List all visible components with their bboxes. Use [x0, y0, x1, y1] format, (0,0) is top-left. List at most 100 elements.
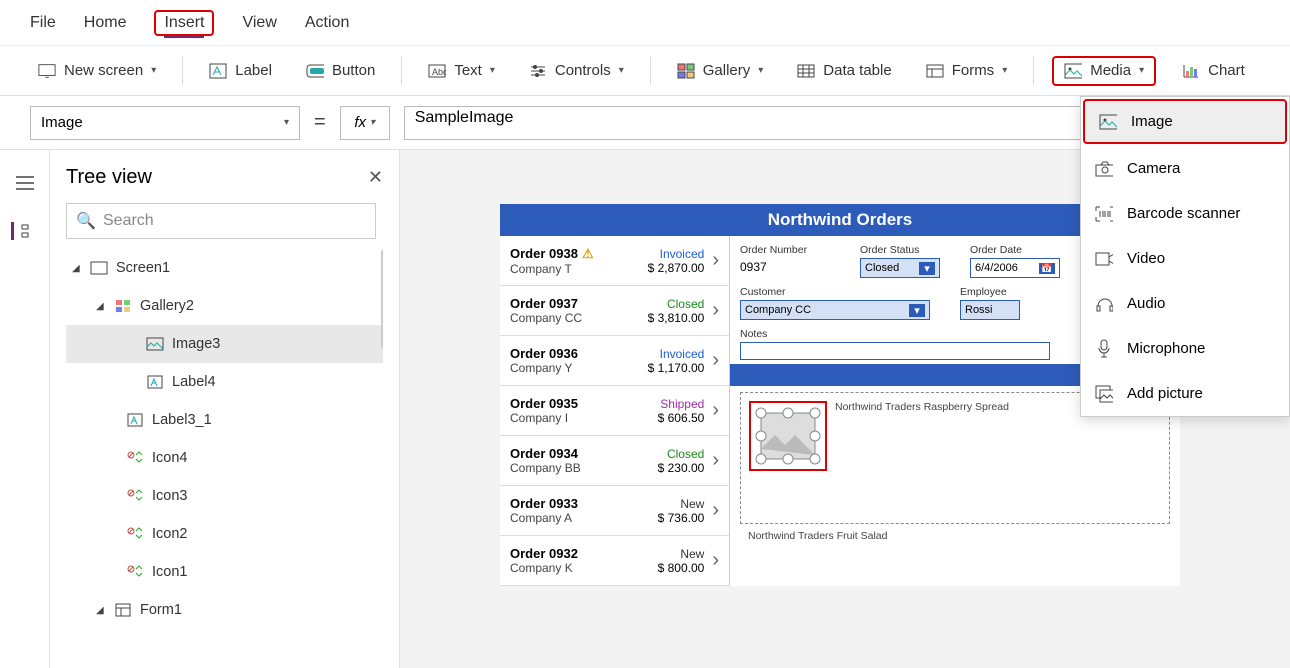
separator [650, 57, 651, 85]
hamburger-icon[interactable] [16, 174, 34, 192]
order-list[interactable]: Order 0938 ⚠Company TInvoiced$ 2,870.00›… [500, 236, 730, 586]
menu-view[interactable]: View [242, 10, 276, 36]
chevron-down-icon: ▾ [619, 65, 624, 76]
order-row[interactable]: Order 0935Company IShipped$ 606.50› [500, 386, 729, 436]
button-button[interactable]: Button [298, 56, 383, 86]
tree-node-icon2[interactable]: Icon2 [66, 515, 383, 553]
order-date-input[interactable]: 6/4/2006 📅 [970, 258, 1060, 278]
collapse-icon[interactable]: ◢ [72, 263, 82, 274]
text-icon: Abc [428, 62, 446, 80]
tree-node-gallery2[interactable]: ◢Gallery2 [66, 287, 383, 325]
order-number-label: Order Number [740, 244, 840, 256]
image-control-selected[interactable] [749, 401, 827, 471]
media-item-barcode[interactable]: Barcode scanner [1081, 191, 1289, 236]
media-item-video[interactable]: Video [1081, 236, 1289, 281]
tree-node-icon3[interactable]: Icon3 [66, 477, 383, 515]
text-button[interactable]: Abc Text▾ [420, 56, 503, 86]
collapse-icon[interactable]: ◢ [96, 605, 106, 616]
media-item-microphone[interactable]: Microphone [1081, 326, 1289, 371]
scrollbar[interactable] [381, 249, 383, 349]
image-icon [146, 335, 164, 353]
media-item-camera[interactable]: Camera [1081, 146, 1289, 191]
calendar-icon[interactable]: 📅 [1039, 263, 1055, 274]
order-row[interactable]: Order 0938 ⚠Company TInvoiced$ 2,870.00› [500, 236, 729, 286]
order-date-value: 6/4/2006 [975, 262, 1018, 274]
tree-node-icon4[interactable]: Icon4 [66, 439, 383, 477]
button-label: Button [332, 62, 375, 79]
order-row[interactable]: Order 0937Company CCClosed$ 3,810.00› [500, 286, 729, 336]
camera-icon [1095, 160, 1113, 178]
equals-sign: = [314, 111, 326, 134]
menu-home[interactable]: Home [84, 10, 127, 36]
chart-icon [1182, 62, 1200, 80]
order-row[interactable]: Order 0932Company KNew$ 800.00› [500, 536, 729, 586]
chevron-right-icon: › [712, 349, 719, 372]
app-header: Northwind Orders 🗑 [500, 204, 1180, 236]
tree-node-label4[interactable]: Label4 [66, 363, 383, 401]
tree-label: Icon4 [152, 450, 187, 466]
property-selector[interactable]: Image ▾ [30, 106, 300, 140]
gallery-icon [677, 62, 695, 80]
order-status-select[interactable]: Closed▾ [860, 258, 940, 278]
employee-input[interactable]: Rossi [960, 300, 1020, 320]
order-row[interactable]: Order 0934Company BBClosed$ 230.00› [500, 436, 729, 486]
separator [1033, 57, 1034, 85]
add-picture-icon [1095, 385, 1113, 403]
menu-action[interactable]: Action [305, 10, 349, 36]
media-label: Add picture [1127, 385, 1203, 402]
chart-button[interactable]: Chart [1174, 56, 1253, 86]
close-icon[interactable]: ✕ [368, 167, 383, 188]
tree-node-icon1[interactable]: Icon1 [66, 553, 383, 591]
data-table-button[interactable]: Data table [789, 56, 899, 86]
video-icon [1095, 250, 1113, 268]
search-icon: 🔍 [77, 212, 95, 230]
gallery-icon [114, 297, 132, 315]
collapse-icon[interactable]: ◢ [96, 301, 106, 312]
menu-file[interactable]: File [30, 10, 56, 36]
chevron-right-icon: › [712, 449, 719, 472]
customer-select[interactable]: Company CC▾ [740, 300, 930, 320]
tree-view-icon[interactable] [11, 222, 29, 240]
media-label: Media [1090, 62, 1131, 79]
chevron-right-icon: › [712, 399, 719, 422]
chevron-down-icon: ▾ [758, 65, 763, 76]
tree-scroll: ◢ Screen1 ◢Gallery2 Image3 Label4 Label3_… [66, 249, 383, 649]
order-status-label: Order Status [860, 244, 950, 256]
chevron-right-icon: › [712, 499, 719, 522]
tree-label: Icon1 [152, 564, 187, 580]
media-item-add-picture[interactable]: Add picture [1081, 371, 1289, 416]
new-screen-button[interactable]: New screen▾ [30, 56, 164, 86]
order-row[interactable]: Order 0936Company YInvoiced$ 1,170.00› [500, 336, 729, 386]
tree-node-screen1[interactable]: ◢ Screen1 [66, 249, 383, 287]
svg-text:Abc: Abc [432, 67, 446, 77]
chevron-right-icon: › [712, 299, 719, 322]
button-icon [306, 62, 324, 80]
tree-node-label3-1[interactable]: Label3_1 [66, 401, 383, 439]
media-label: Audio [1127, 295, 1165, 312]
tree-label: Icon2 [152, 526, 187, 542]
order-row[interactable]: Order 0933Company ANew$ 736.00› [500, 486, 729, 536]
label-button[interactable]: Label [201, 56, 280, 86]
chevron-right-icon: › [712, 249, 719, 272]
tree-node-form1[interactable]: ◢ Form1 [66, 591, 383, 629]
media-item-audio[interactable]: Audio [1081, 281, 1289, 326]
media-button[interactable]: Media▾ [1064, 62, 1144, 80]
screen-icon [38, 62, 56, 80]
media-item-image[interactable]: Image [1083, 99, 1287, 144]
chevron-down-icon: ▾ [1002, 65, 1007, 76]
product-name-2: Northwind Traders Fruit Salad [748, 530, 887, 542]
tree-label: Form1 [140, 602, 182, 618]
tree-node-image3[interactable]: Image3 [66, 325, 383, 363]
gallery-button[interactable]: Gallery▾ [669, 56, 772, 86]
tree-label: Screen1 [116, 260, 170, 276]
new-screen-label: New screen [64, 62, 143, 79]
menu-insert[interactable]: Insert [164, 10, 204, 38]
controls-button[interactable]: Controls▾ [521, 56, 632, 86]
order-status-value: Closed [865, 262, 899, 274]
tree-search-input[interactable]: 🔍 Search [66, 203, 376, 239]
fx-button[interactable]: fx▾ [340, 106, 390, 140]
image-icon [1099, 113, 1117, 131]
forms-button[interactable]: Forms▾ [918, 56, 1016, 86]
notes-input[interactable] [740, 342, 1050, 360]
text-label: Text [454, 62, 482, 79]
